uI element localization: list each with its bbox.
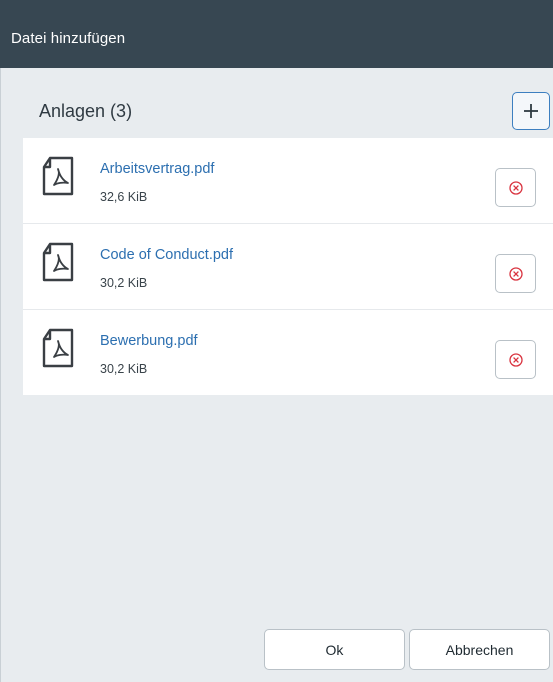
plus-icon <box>524 104 538 118</box>
attachments-heading: Anlagen (3) <box>39 101 133 121</box>
dialog-title-bar: Datei hinzufügen <box>0 0 553 68</box>
remove-circle-x-icon <box>508 180 523 195</box>
attachment-name-link[interactable]: Arbeitsvertrag.pdf <box>100 161 214 177</box>
pdf-file-icon <box>42 242 74 282</box>
attachment-name-link[interactable]: Bewerbung.pdf <box>100 333 198 349</box>
add-attachment-button[interactable] <box>512 92 550 130</box>
remove-attachment-button[interactable] <box>495 340 536 379</box>
remove-circle-x-icon <box>508 266 523 281</box>
remove-circle-x-icon <box>508 352 523 367</box>
attachment-size: 30,2 KiB <box>100 362 148 376</box>
attachment-row: Bewerbung.pdf 30,2 KiB <box>23 310 553 395</box>
attachment-list: Arbeitsvertrag.pdf 32,6 KiB Code of Cond… <box>23 138 553 395</box>
cancel-button[interactable]: Abbrechen <box>409 629 550 670</box>
ok-button[interactable]: Ok <box>264 629 405 670</box>
attachment-row: Arbeitsvertrag.pdf 32,6 KiB <box>23 138 553 224</box>
attachment-name-link[interactable]: Code of Conduct.pdf <box>100 247 233 263</box>
attachment-size: 30,2 KiB <box>100 276 148 290</box>
pdf-file-icon <box>42 156 74 196</box>
remove-attachment-button[interactable] <box>495 254 536 293</box>
dialog-title: Datei hinzufügen <box>11 30 126 47</box>
pdf-file-icon <box>42 328 74 368</box>
remove-attachment-button[interactable] <box>495 168 536 207</box>
attachment-row: Code of Conduct.pdf 30,2 KiB <box>23 224 553 310</box>
attachment-size: 32,6 KiB <box>100 190 148 204</box>
